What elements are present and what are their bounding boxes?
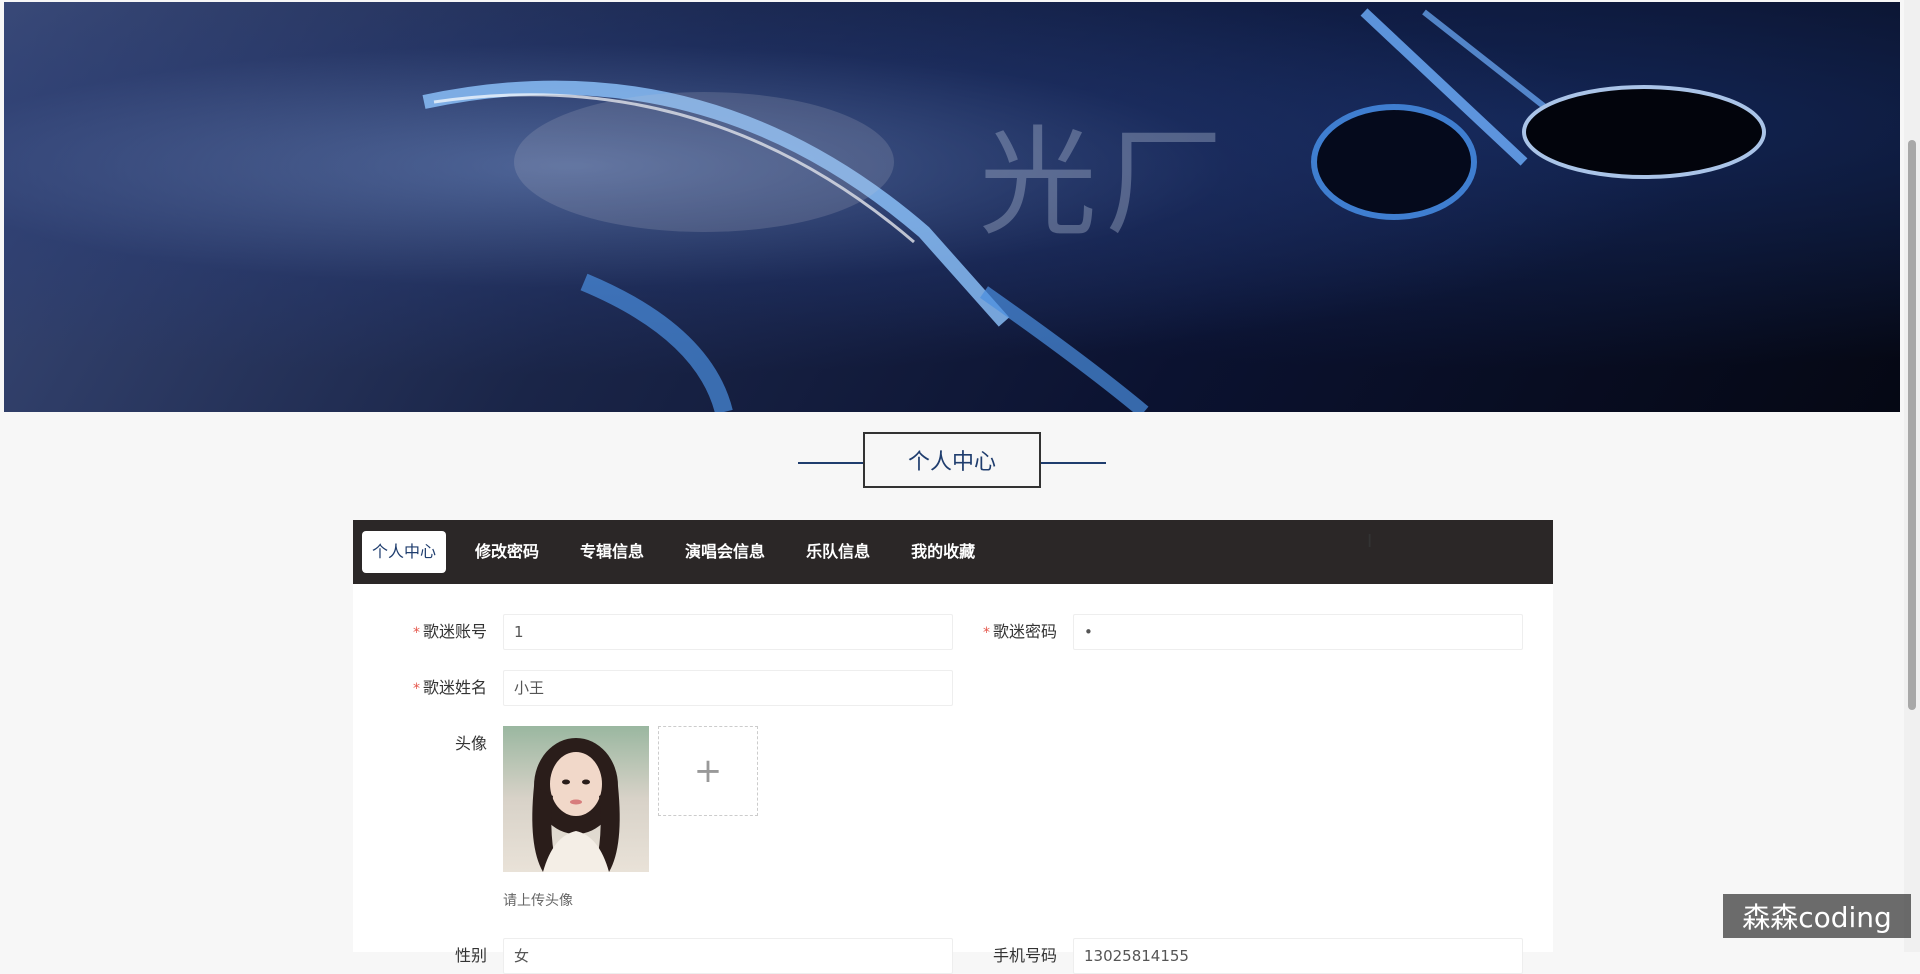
banner-artwork	[422, 8, 1766, 412]
title-decor-line-right	[1036, 462, 1106, 464]
top-nav: 个人中心 修改密码 专辑信息 演唱会信息 乐队信息 我的收藏	[353, 520, 1553, 584]
nav-item-bands[interactable]: 乐队信息	[786, 531, 890, 573]
profile-form: * 歌迷账号 1 * 歌迷密码 • * 歌迷姓名 小王 头像 + 请上传头像 性别 女…	[353, 584, 1553, 974]
required-mark: *	[412, 625, 420, 641]
required-mark: *	[982, 625, 990, 641]
text-cursor-icon: I	[1367, 531, 1373, 552]
scrollbar-thumb[interactable]	[1908, 140, 1916, 710]
avatar-image[interactable]	[503, 726, 649, 872]
header-banner: 光厂	[4, 2, 1900, 412]
account-input[interactable]: 1	[503, 614, 953, 650]
page-title: 个人中心	[863, 432, 1041, 488]
phone-input[interactable]: 13025814155	[1073, 938, 1523, 974]
account-label: * 歌迷账号	[412, 622, 487, 641]
banner-logo-text: 光厂	[979, 114, 1232, 252]
avatar-label: 头像	[454, 734, 487, 753]
avatar-portrait	[532, 738, 620, 872]
name-label: * 歌迷姓名	[412, 678, 487, 697]
avatar-upload-button[interactable]: +	[658, 726, 758, 816]
required-mark: *	[412, 681, 420, 697]
title-decor-line-left	[798, 462, 868, 464]
nav-item-profile[interactable]: 个人中心	[362, 531, 447, 573]
name-input[interactable]: 小王	[503, 670, 953, 706]
plus-icon: +	[693, 751, 723, 791]
nav-item-favorites[interactable]: 我的收藏	[891, 531, 995, 573]
phone-label: 手机号码	[992, 946, 1057, 965]
avatar-hint: 请上传头像	[503, 893, 573, 909]
password-label: * 歌迷密码	[982, 622, 1057, 641]
nav-item-change-password[interactable]: 修改密码	[455, 531, 559, 573]
nav-item-concerts[interactable]: 演唱会信息	[665, 531, 785, 573]
password-input[interactable]: •	[1073, 614, 1523, 650]
watermark: 森森coding	[1723, 894, 1911, 938]
nav-item-albums[interactable]: 专辑信息	[560, 531, 664, 573]
gender-label: 性别	[454, 946, 487, 965]
gender-select[interactable]: 女	[503, 938, 953, 974]
page-scrollbar[interactable]	[1904, 0, 1920, 952]
